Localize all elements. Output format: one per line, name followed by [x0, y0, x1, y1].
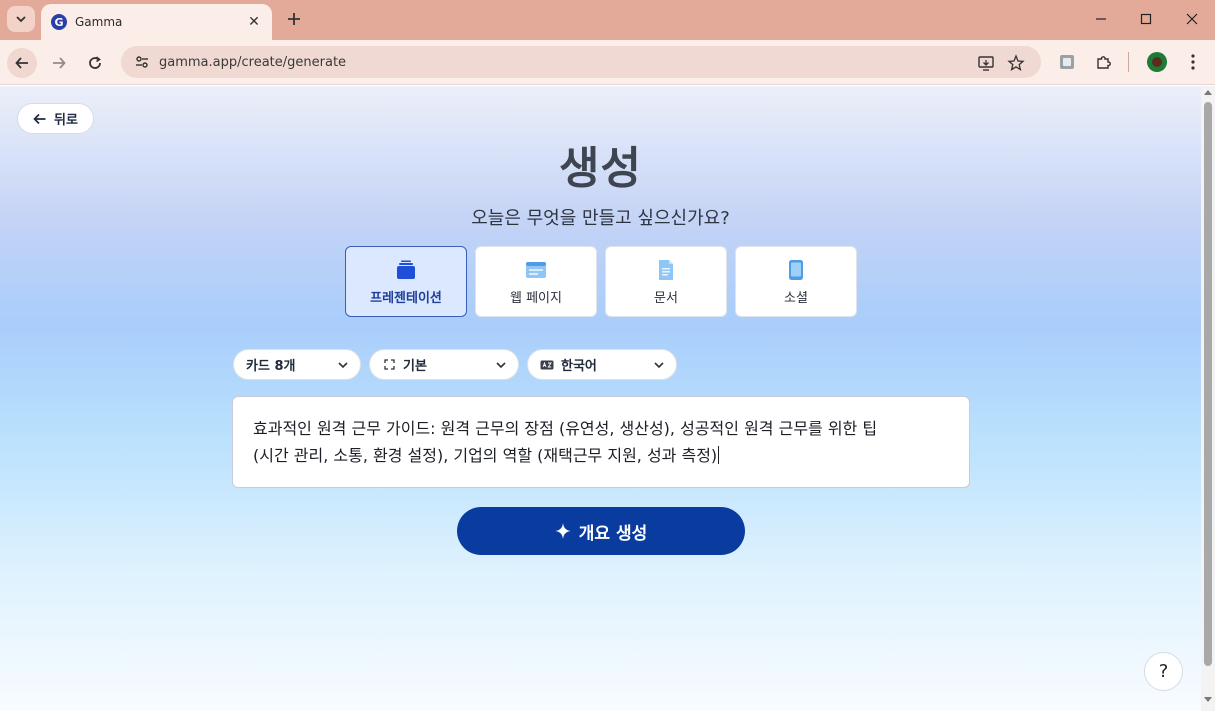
page-subtitle: 오늘은 무엇을 만들고 싶으신가요?	[471, 208, 730, 229]
maximize-icon	[1140, 13, 1152, 25]
help-button[interactable]: ?	[1144, 652, 1183, 691]
page-title: 생성	[559, 143, 642, 194]
back-button-label: 뒤로	[54, 113, 78, 128]
browser-tab-bar: G Gamma ✕	[0, 0, 1215, 40]
sparkle-icon	[554, 523, 571, 539]
translate-icon	[540, 358, 554, 372]
format-dropdown[interactable]: 기본	[369, 349, 519, 380]
reload-icon	[89, 56, 101, 69]
chevron-down-icon	[16, 16, 26, 23]
plus-icon	[288, 13, 300, 25]
toolbar-divider	[1128, 52, 1129, 72]
type-card-document[interactable]: 문서	[605, 246, 727, 317]
page-viewport: 뒤로 생성 오늘은 무엇을 만들고 싶으신가요? 프레젠테이션 웹 페이지 문서…	[0, 86, 1201, 711]
language-dropdown[interactable]: 한국어	[527, 349, 677, 380]
reload-button[interactable]	[80, 48, 110, 78]
type-card-webpage[interactable]: 웹 페이지	[475, 246, 597, 317]
prompt-text-line-1: 효과적인 원격 근무 가이드: 원격 근무의 장점 (유연성, 생산성), 성공…	[253, 419, 878, 438]
expand-frame-icon	[382, 358, 396, 372]
browser-tab-active[interactable]: G Gamma ✕	[41, 4, 272, 40]
gamma-favicon-icon: G	[51, 14, 67, 30]
card-count-dropdown[interactable]: 카드 8개	[233, 349, 361, 380]
account-avatar-icon[interactable]	[1145, 50, 1169, 74]
language-value: 한국어	[561, 359, 597, 374]
url-text: gamma.app/create/generate	[159, 54, 347, 70]
back-button[interactable]: 뒤로	[17, 103, 94, 134]
chevron-down-icon	[336, 358, 350, 372]
back-nav-button[interactable]	[7, 48, 37, 78]
maximize-button[interactable]	[1131, 6, 1161, 32]
extensions-puzzle-icon[interactable]	[1092, 50, 1116, 74]
format-value: 기본	[403, 359, 427, 374]
generate-button-label: 개요 생성	[578, 523, 648, 544]
type-card-social[interactable]: 소셜	[735, 246, 857, 317]
arrow-left-icon	[33, 113, 46, 124]
webpage-icon	[525, 259, 547, 281]
type-card-label: 웹 페이지	[510, 291, 562, 306]
minimize-button[interactable]	[1086, 6, 1116, 32]
generate-outline-button[interactable]: 개요 생성	[457, 507, 745, 555]
presentation-icon	[395, 259, 417, 281]
bookmark-star-icon[interactable]	[1005, 52, 1027, 74]
arrow-left-icon	[15, 57, 28, 69]
more-menu-icon[interactable]	[1181, 50, 1205, 74]
type-card-label: 프레젠테이션	[370, 291, 442, 306]
new-tab-button[interactable]	[283, 7, 305, 31]
scroll-thumb[interactable]	[1204, 102, 1212, 666]
text-caret	[718, 446, 720, 464]
type-card-label: 소셜	[784, 291, 808, 306]
type-card-presentation[interactable]: 프레젠테이션	[345, 246, 467, 317]
arrow-right-icon	[53, 57, 66, 69]
type-card-label: 문서	[654, 291, 678, 306]
close-window-button[interactable]	[1177, 6, 1207, 32]
tab-title: Gamma	[75, 15, 123, 29]
chevron-down-icon	[494, 358, 508, 372]
prompt-text-line-2-content: (시간 관리, 소통, 환경 설정), 기업의 역할 (재택근무 지원, 성과 …	[253, 446, 718, 465]
forward-nav-button[interactable]	[44, 48, 74, 78]
install-app-icon[interactable]	[975, 52, 997, 74]
close-icon	[1186, 13, 1198, 25]
chevron-down-icon	[652, 358, 666, 372]
profile-extension-icon[interactable]	[1055, 50, 1079, 74]
address-bar[interactable]: gamma.app/create/generate	[121, 46, 1041, 78]
tab-close-icon[interactable]: ✕	[246, 14, 262, 30]
browser-toolbar: gamma.app/create/generate	[0, 40, 1215, 85]
document-icon	[655, 259, 677, 281]
page-scrollbar[interactable]	[1201, 86, 1215, 711]
scroll-down-arrow-icon[interactable]	[1204, 697, 1212, 702]
minimize-icon	[1096, 18, 1106, 20]
scroll-up-arrow-icon[interactable]	[1204, 90, 1212, 95]
tab-search-button[interactable]	[7, 6, 35, 32]
social-icon	[785, 259, 807, 281]
card-count-value: 카드 8개	[246, 359, 296, 374]
prompt-input[interactable]: 효과적인 원격 근무 가이드: 원격 근무의 장점 (유연성, 생산성), 성공…	[232, 396, 970, 488]
prompt-text-line-2: (시간 관리, 소통, 환경 설정), 기업의 역할 (재택근무 지원, 성과 …	[253, 442, 949, 469]
site-info-icon[interactable]	[131, 51, 153, 73]
